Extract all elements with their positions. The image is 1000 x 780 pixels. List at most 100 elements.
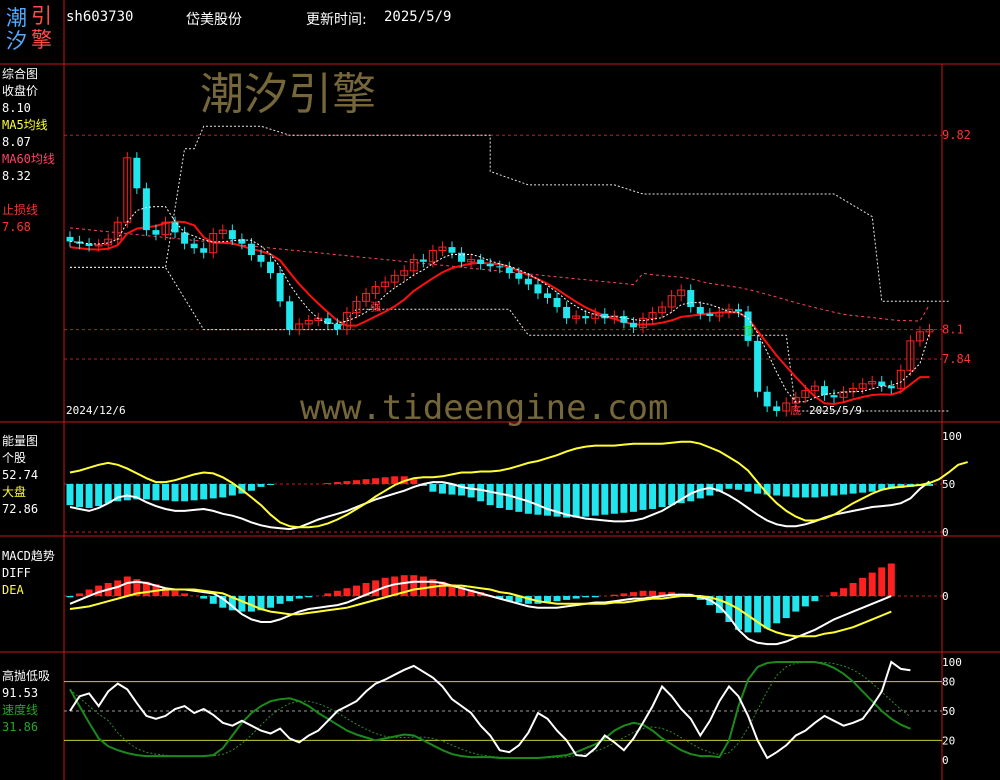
energy-bar-39 bbox=[438, 484, 446, 494]
macd-bar-54 bbox=[582, 596, 590, 598]
ma5-label: MA5均线 bbox=[2, 118, 48, 132]
energy-bar-11 bbox=[171, 484, 179, 502]
ma60-line bbox=[69, 227, 930, 322]
macd-bar-32 bbox=[372, 580, 380, 596]
macd-tick-0: 0 bbox=[942, 590, 949, 603]
energy-bar-21 bbox=[267, 484, 275, 485]
signal-mark-1: 顶 bbox=[743, 325, 754, 338]
macd-bar-85 bbox=[878, 567, 886, 596]
candle-body-45 bbox=[496, 266, 504, 268]
energy-bar-32 bbox=[372, 478, 380, 484]
logo-char-2: 引 bbox=[31, 4, 52, 28]
macd-bar-52 bbox=[563, 596, 571, 600]
macd-bar-57 bbox=[610, 594, 618, 596]
energy-tick-2: 0 bbox=[942, 526, 949, 539]
energy-bar-71 bbox=[744, 484, 752, 492]
hilo-value: 91.53 bbox=[2, 686, 39, 700]
energy-bar-10 bbox=[162, 484, 169, 501]
candle-body-58 bbox=[620, 316, 628, 323]
energy-bar-61 bbox=[649, 484, 657, 509]
energy-bar-75 bbox=[782, 484, 790, 497]
candle-body-56 bbox=[601, 313, 609, 319]
stock-energy-label: 个股 bbox=[2, 451, 27, 465]
macd-bar-18 bbox=[238, 596, 246, 612]
price-label-0: 9.82 bbox=[942, 128, 971, 142]
candle-body-9 bbox=[152, 230, 160, 235]
energy-bar-33 bbox=[381, 477, 389, 484]
macd-bar-83 bbox=[859, 577, 867, 596]
candle-body-51 bbox=[553, 297, 561, 307]
candle-body-65 bbox=[687, 290, 695, 307]
macd-bar-77 bbox=[801, 596, 809, 607]
logo-char-1: 潮 bbox=[6, 6, 27, 30]
main-title: 综合图 bbox=[2, 67, 39, 81]
candle-body-0 bbox=[66, 236, 74, 242]
energy-bar-56 bbox=[601, 484, 609, 515]
macd-bar-11 bbox=[171, 590, 179, 596]
macd-bar-72 bbox=[754, 596, 762, 633]
macd-bar-75 bbox=[782, 596, 790, 619]
energy-bar-70 bbox=[735, 484, 742, 490]
main-panel-legend: 综合图 收盘价 8.10 MA5均线 8.07 MA60均线 8.32 止损线 … bbox=[2, 66, 55, 236]
energy-bar-16 bbox=[219, 484, 227, 498]
dea-label: DEA bbox=[2, 583, 24, 597]
candle-body-21 bbox=[267, 261, 275, 274]
macd-bar-15 bbox=[209, 596, 217, 604]
energy-tick-1: 50 bbox=[942, 478, 955, 491]
energy-bar-62 bbox=[658, 484, 666, 508]
candle-body-7 bbox=[133, 157, 141, 189]
energy-bar-59 bbox=[629, 484, 637, 512]
energy-bar-8 bbox=[142, 484, 150, 500]
market-energy-label: 大盘 bbox=[2, 485, 27, 499]
macd-bar-55 bbox=[591, 596, 599, 598]
candle-body-72 bbox=[754, 340, 762, 392]
ma5-line bbox=[69, 206, 930, 403]
macd-bar-6 bbox=[123, 576, 131, 596]
macd-bar-14 bbox=[200, 596, 208, 599]
energy-bar-81 bbox=[840, 484, 848, 495]
candles-group bbox=[66, 152, 934, 417]
energy-bar-78 bbox=[811, 484, 819, 498]
macd-bar-27 bbox=[324, 593, 332, 596]
candle-body-19 bbox=[247, 243, 255, 255]
hilo-tick-2: 50 bbox=[942, 705, 955, 718]
stop-label: 止损线 bbox=[2, 203, 39, 217]
candle-body-85 bbox=[878, 381, 886, 387]
macd-bar-12 bbox=[181, 593, 189, 596]
macd-bar-70 bbox=[735, 596, 742, 630]
energy-bar-42 bbox=[467, 484, 475, 498]
energy-bar-12 bbox=[181, 484, 189, 502]
hilo-tick-4: 0 bbox=[942, 754, 949, 767]
energy-bar-15 bbox=[209, 484, 217, 499]
macd-bar-59 bbox=[629, 592, 637, 596]
candle-body-86 bbox=[887, 386, 895, 389]
signal-mark-2: 底 bbox=[790, 403, 801, 417]
candle-body-52 bbox=[563, 306, 571, 319]
energy-bar-58 bbox=[620, 484, 628, 513]
macd-bar-61 bbox=[649, 590, 657, 596]
macd-bar-82 bbox=[849, 583, 857, 596]
macd-bar-86 bbox=[887, 563, 895, 596]
stock-name: 岱美股份 bbox=[186, 12, 242, 28]
macd-bar-36 bbox=[410, 575, 418, 596]
energy-bar-2 bbox=[85, 484, 93, 508]
energy-bar-31 bbox=[362, 479, 370, 484]
end-date-label: 2025/5/9 bbox=[809, 404, 862, 417]
energy-bar-67 bbox=[706, 484, 714, 496]
candle-body-8 bbox=[142, 188, 150, 231]
energy-bar-4 bbox=[104, 484, 112, 504]
energy-bar-19 bbox=[247, 484, 255, 491]
start-date-label: 2024/12/6 bbox=[66, 404, 126, 417]
macd-bar-53 bbox=[572, 596, 580, 599]
candle-body-17 bbox=[228, 230, 236, 240]
macd-bar-28 bbox=[333, 590, 341, 596]
energy-bar-54 bbox=[582, 484, 590, 517]
energy-bar-48 bbox=[524, 484, 532, 514]
watermark-url: www.tideengine.com bbox=[300, 388, 669, 428]
update-label: 更新时间: bbox=[306, 12, 367, 28]
hilo-tick-3: 20 bbox=[942, 734, 955, 747]
energy-bar-69 bbox=[725, 484, 733, 489]
speed-label: 速度线 bbox=[2, 703, 39, 717]
macd-bar-80 bbox=[830, 592, 838, 596]
macd-bar-58 bbox=[620, 593, 628, 596]
